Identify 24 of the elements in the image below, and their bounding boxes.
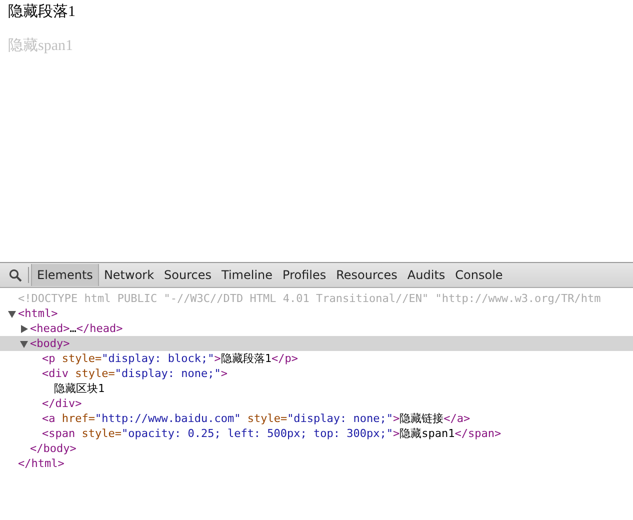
code-line[interactable]: </div> — [0, 396, 633, 411]
code-line[interactable]: <span style="opacity: 0.25; left: 500px; top: 300px;">隐藏span1</span> — [0, 426, 633, 441]
devtools-tab[interactable]: Profiles — [278, 264, 332, 286]
devtools-tab[interactable]: Resources — [331, 264, 402, 286]
expanded-triangle-icon[interactable] — [20, 340, 28, 348]
devtools-tab[interactable]: Network — [98, 264, 160, 286]
code-line[interactable]: <html> — [0, 306, 633, 321]
expanded-triangle-icon[interactable] — [8, 310, 16, 318]
devtools-tab[interactable]: Sources — [159, 264, 217, 286]
code-line[interactable]: </html> — [0, 456, 633, 471]
devtools-tab[interactable]: Elements — [31, 264, 99, 286]
search-icon[interactable] — [9, 268, 22, 282]
code-line[interactable]: <a href="http://www.baidu.com" style="display: none;">隐藏链接</a> — [0, 411, 633, 426]
code-line[interactable]: </body> — [0, 441, 633, 456]
faded-span-text: 隐藏span1 — [8, 36, 74, 56]
devtools-tab[interactable]: Audits — [402, 264, 450, 286]
code-line[interactable]: 隐藏区块1 — [0, 381, 633, 396]
code-line[interactable]: <head>…</head> — [0, 321, 633, 336]
devtools-tab[interactable]: Console — [450, 264, 508, 286]
code-line[interactable]: <p style="display: block;">隐藏段落1</p> — [0, 351, 633, 366]
code-line[interactable]: <div style="display: none;"> — [0, 366, 633, 381]
devtools-tab[interactable]: Timeline — [216, 264, 278, 286]
paragraph-text: 隐藏段落1 — [8, 2, 76, 22]
collapsed-triangle-icon[interactable] — [20, 324, 28, 332]
